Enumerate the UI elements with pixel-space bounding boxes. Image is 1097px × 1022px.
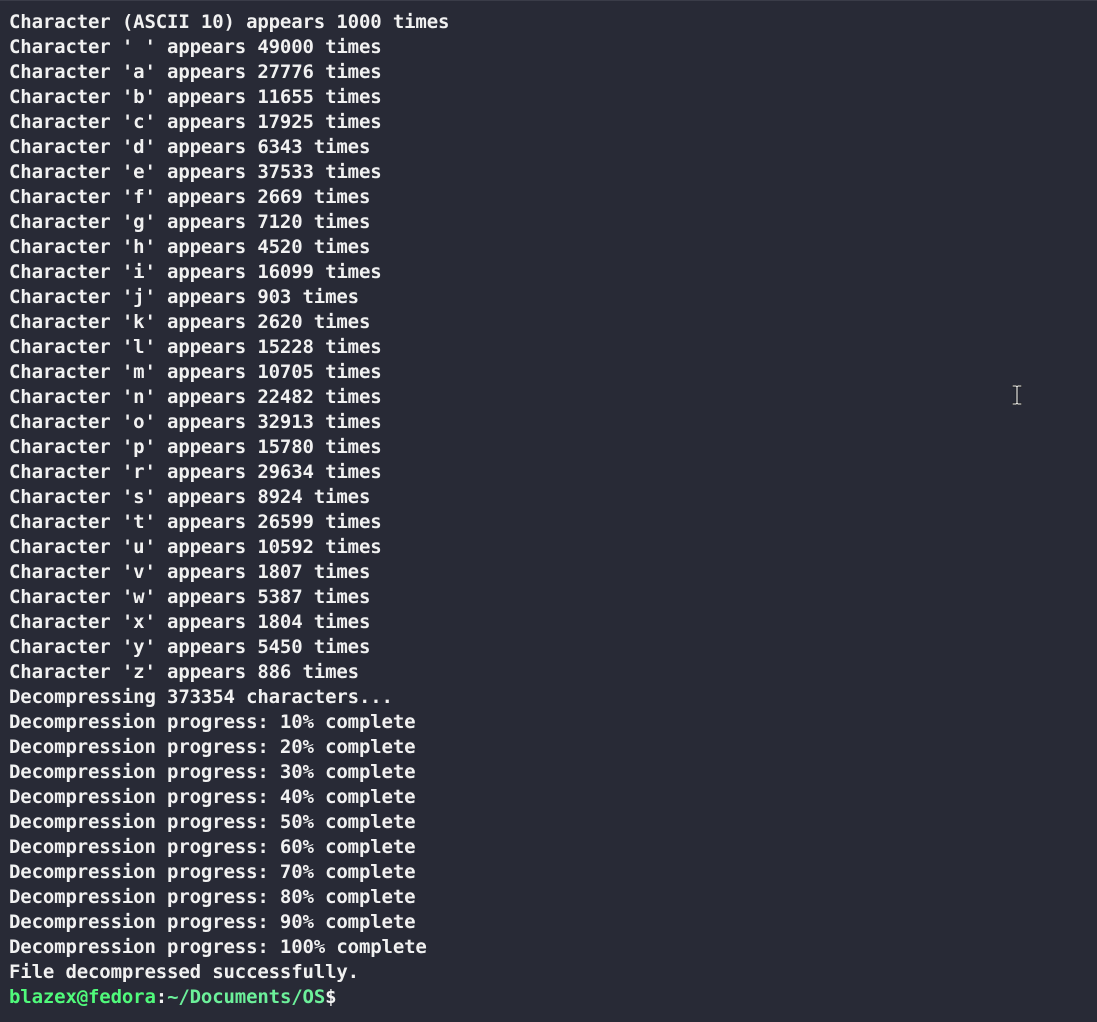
- output-line: Character 'b' appears 11655 times: [9, 86, 382, 108]
- shell-prompt-line[interactable]: blazex@fedora:~/Documents/OS$: [9, 985, 1097, 1010]
- output-line: Decompression progress: 50% complete: [9, 811, 416, 833]
- output-line: Character 't' appears 26599 times: [9, 511, 382, 533]
- output-line: Character 'o' appears 32913 times: [9, 411, 382, 433]
- prompt-separator: :: [155, 986, 168, 1008]
- output-line: Decompression progress: 90% complete: [9, 911, 416, 933]
- output-line: File decompressed successfully.: [9, 961, 359, 983]
- output-line: Character 'a' appears 27776 times: [9, 61, 382, 83]
- output-line: Decompression progress: 60% complete: [9, 836, 416, 858]
- output-line: Decompression progress: 80% complete: [9, 886, 416, 908]
- prompt-path: ~/Documents/OS: [167, 986, 326, 1008]
- output-line: Character 'g' appears 7120 times: [9, 211, 371, 233]
- output-line: Character 'j' appears 903 times: [9, 286, 359, 308]
- output-line: Character 'h' appears 4520 times: [9, 236, 371, 258]
- output-line: Decompressing 373354 characters...: [9, 686, 393, 708]
- output-line: Character 'w' appears 5387 times: [9, 586, 371, 608]
- output-line: Character (ASCII 10) appears 1000 times: [9, 11, 450, 33]
- ibeam-cursor-icon: [1012, 385, 1022, 405]
- output-line: Character 'd' appears 6343 times: [9, 136, 371, 158]
- output-line: Decompression progress: 30% complete: [9, 761, 416, 783]
- output-line: Character 'm' appears 10705 times: [9, 361, 382, 383]
- output-line: Decompression progress: 20% complete: [9, 736, 416, 758]
- output-line: Character 's' appears 8924 times: [9, 486, 371, 508]
- output-line: Decompression progress: 100% complete: [9, 936, 427, 958]
- output-line: Character 'x' appears 1804 times: [9, 611, 371, 633]
- output-line: Character 'k' appears 2620 times: [9, 311, 371, 333]
- output-line: Character 'z' appears 886 times: [9, 661, 359, 683]
- output-line: Character 'r' appears 29634 times: [9, 461, 382, 483]
- output-line: Decompression progress: 70% complete: [9, 861, 416, 883]
- output-line: Decompression progress: 40% complete: [9, 786, 416, 808]
- output-line: Character ' ' appears 49000 times: [9, 36, 382, 58]
- terminal-window[interactable]: Character (ASCII 10) appears 1000 times …: [0, 0, 1097, 1022]
- output-line: Decompression progress: 10% complete: [9, 711, 416, 733]
- output-line: Character 'v' appears 1807 times: [9, 561, 371, 583]
- output-line: Character 'i' appears 16099 times: [9, 261, 382, 283]
- output-line: Character 'y' appears 5450 times: [9, 636, 371, 658]
- output-line: Character 'n' appears 22482 times: [9, 386, 382, 408]
- output-line: Character 'u' appears 10592 times: [9, 536, 382, 558]
- output-line: Character 'l' appears 15228 times: [9, 336, 382, 358]
- output-line: Character 'p' appears 15780 times: [9, 436, 382, 458]
- output-line: Character 'c' appears 17925 times: [9, 111, 382, 133]
- output-line: Character 'e' appears 37533 times: [9, 161, 382, 183]
- prompt-user-host: blazex@fedora: [9, 986, 156, 1008]
- output-line: Character 'f' appears 2669 times: [9, 186, 371, 208]
- prompt-symbol: $: [325, 986, 337, 1008]
- terminal-output: Character (ASCII 10) appears 1000 times …: [9, 10, 1097, 985]
